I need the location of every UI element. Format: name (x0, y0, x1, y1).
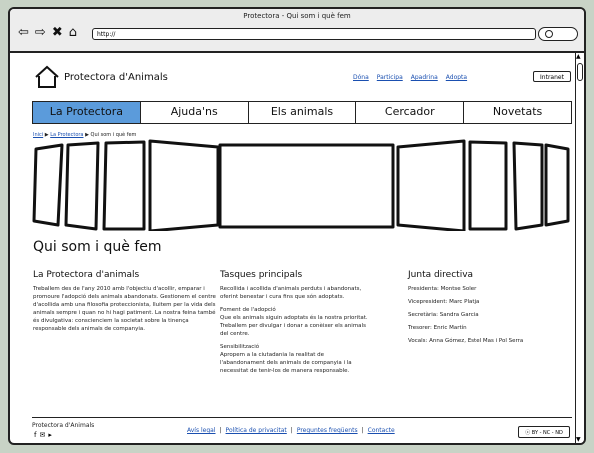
breadcrumb-current: Qui som i què fem (90, 132, 137, 138)
carousel-frame-1 (32, 143, 64, 227)
nav-item-novetats[interactable]: Novetats (464, 102, 571, 123)
about-heading: La Protectora d'animals (33, 270, 140, 280)
about-text: Treballem des de l'any 2010 amb l'object… (33, 286, 216, 332)
forward-arrow-icon[interactable]: ⇨ (35, 26, 46, 40)
board-member: Tresorer: Enric Martín (408, 325, 467, 331)
window-title: Protectora - Qui som i què fem (243, 12, 351, 20)
tasks-paragraph: Sensibilització Apropem a la ciutadania … (220, 344, 352, 374)
main-navigation: La Protectora Ajuda'ns Els animals Cerca… (32, 101, 572, 124)
twitter-icon[interactable]: ✉ (39, 431, 48, 439)
page-content: Protectora d'Animals Dóna Participa Apad… (28, 53, 572, 443)
license-text: BY - NC - ND (531, 430, 563, 436)
carousel-frame-3 (102, 140, 146, 231)
tasks-paragraph: Recollida i acollida d'animals perduts i… (220, 286, 362, 300)
breadcrumb: Inici ▶ La Protectora ▶ Qui som i què fe… (33, 132, 136, 138)
address-bar[interactable]: http:// (92, 28, 536, 40)
link-contacte[interactable]: Contacte (368, 427, 395, 434)
link-faq[interactable]: Preguntes freqüents (297, 427, 358, 434)
house-logo-icon (35, 65, 59, 88)
carousel-frame-6 (396, 139, 466, 231)
carousel-frame-7 (468, 140, 508, 231)
about-section: La Protectora d'animals Treballem des de… (33, 270, 218, 338)
site-name: Protectora d'Animals (64, 71, 168, 83)
board-member: Presidenta: Montse Soler (408, 286, 477, 292)
board-section: Junta directiva Presidenta: Montse Soler… (408, 270, 578, 350)
tasks-section: Tasques principals Recollida i acollida … (220, 270, 370, 380)
cc-icon: ⓒ (525, 430, 532, 436)
link-privacitat[interactable]: Política de privacitat (226, 427, 287, 434)
carousel-frame-9 (544, 143, 570, 227)
board-member: Vocals: Anna Gómez, Estel Mas i Pol Serr… (408, 338, 524, 344)
nav-item-els-animals[interactable]: Els animals (249, 102, 357, 123)
footer-brand: Protectora d'Animals (32, 422, 95, 429)
browser-nav-controls: ⇦ ⇨ ✖ ⌂ (18, 26, 77, 40)
browser-window: Protectora - Qui som i què fem ⇦ ⇨ ✖ ⌂ h… (8, 7, 586, 445)
footer-separator: | (361, 427, 364, 434)
breadcrumb-la-protectora[interactable]: La Protectora (50, 132, 83, 138)
back-arrow-icon[interactable]: ⇦ (18, 26, 29, 40)
board-member: Secretària: Sandra Garcia (408, 312, 479, 318)
nav-item-cercador[interactable]: Cercador (356, 102, 465, 123)
image-carousel[interactable] (28, 139, 572, 231)
browser-titlebar: Protectora - Qui som i què fem ⇦ ⇨ ✖ ⌂ h… (10, 9, 584, 53)
link-adopta[interactable]: Adopta (446, 74, 467, 81)
carousel-frame-8 (512, 141, 544, 231)
browser-search-field[interactable] (538, 27, 578, 41)
utility-links: Dóna Participa Apadrina Adopta (353, 74, 467, 81)
close-icon[interactable]: ✖ (52, 26, 63, 40)
home-icon[interactable]: ⌂ (69, 26, 77, 40)
site-logo[interactable]: Protectora d'Animals (34, 65, 168, 89)
footer-separator: | (290, 427, 293, 434)
intranet-button[interactable]: Intranet (533, 71, 571, 82)
tasks-heading: Tasques principals (220, 270, 303, 280)
footer-separator: | (219, 427, 222, 434)
social-links: f✉▸ (34, 431, 55, 439)
creative-commons-badge[interactable]: ⓒ BY - NC - ND (518, 426, 570, 438)
page-title: Qui som i què fem (33, 239, 162, 255)
scroll-up-icon[interactable]: ▲ (576, 53, 581, 60)
scrollbar-thumb[interactable] (577, 63, 583, 81)
link-avis-legal[interactable]: Avís legal (187, 427, 216, 434)
carousel-frame-2 (64, 141, 100, 231)
board-heading: Junta directiva (408, 270, 474, 280)
board-member: Vicepresident: Marc Platja (408, 299, 480, 305)
link-participa[interactable]: Participa (377, 74, 403, 81)
site-footer: Protectora d'Animals f✉▸ Avís legal | Polí… (32, 417, 572, 443)
footer-links: Avís legal | Política de privacitat | Pregun… (187, 427, 395, 434)
nav-item-ajudans[interactable]: Ajuda'ns (141, 102, 249, 123)
vertical-scrollbar[interactable]: ▲ ▼ (575, 53, 584, 443)
search-icon (545, 30, 553, 38)
scroll-down-icon[interactable]: ▼ (576, 436, 581, 443)
nav-item-la-protectora[interactable]: La Protectora (33, 102, 141, 123)
carousel-frame-4 (148, 139, 220, 231)
youtube-icon[interactable]: ▸ (48, 431, 55, 439)
tasks-paragraph: Foment de l'adopció Que els animals sigu… (220, 307, 368, 337)
link-apadrina[interactable]: Apadrina (411, 74, 438, 81)
breadcrumb-home[interactable]: Inici (33, 132, 43, 138)
link-dona[interactable]: Dóna (353, 74, 369, 81)
carousel-frame-center (218, 143, 395, 229)
